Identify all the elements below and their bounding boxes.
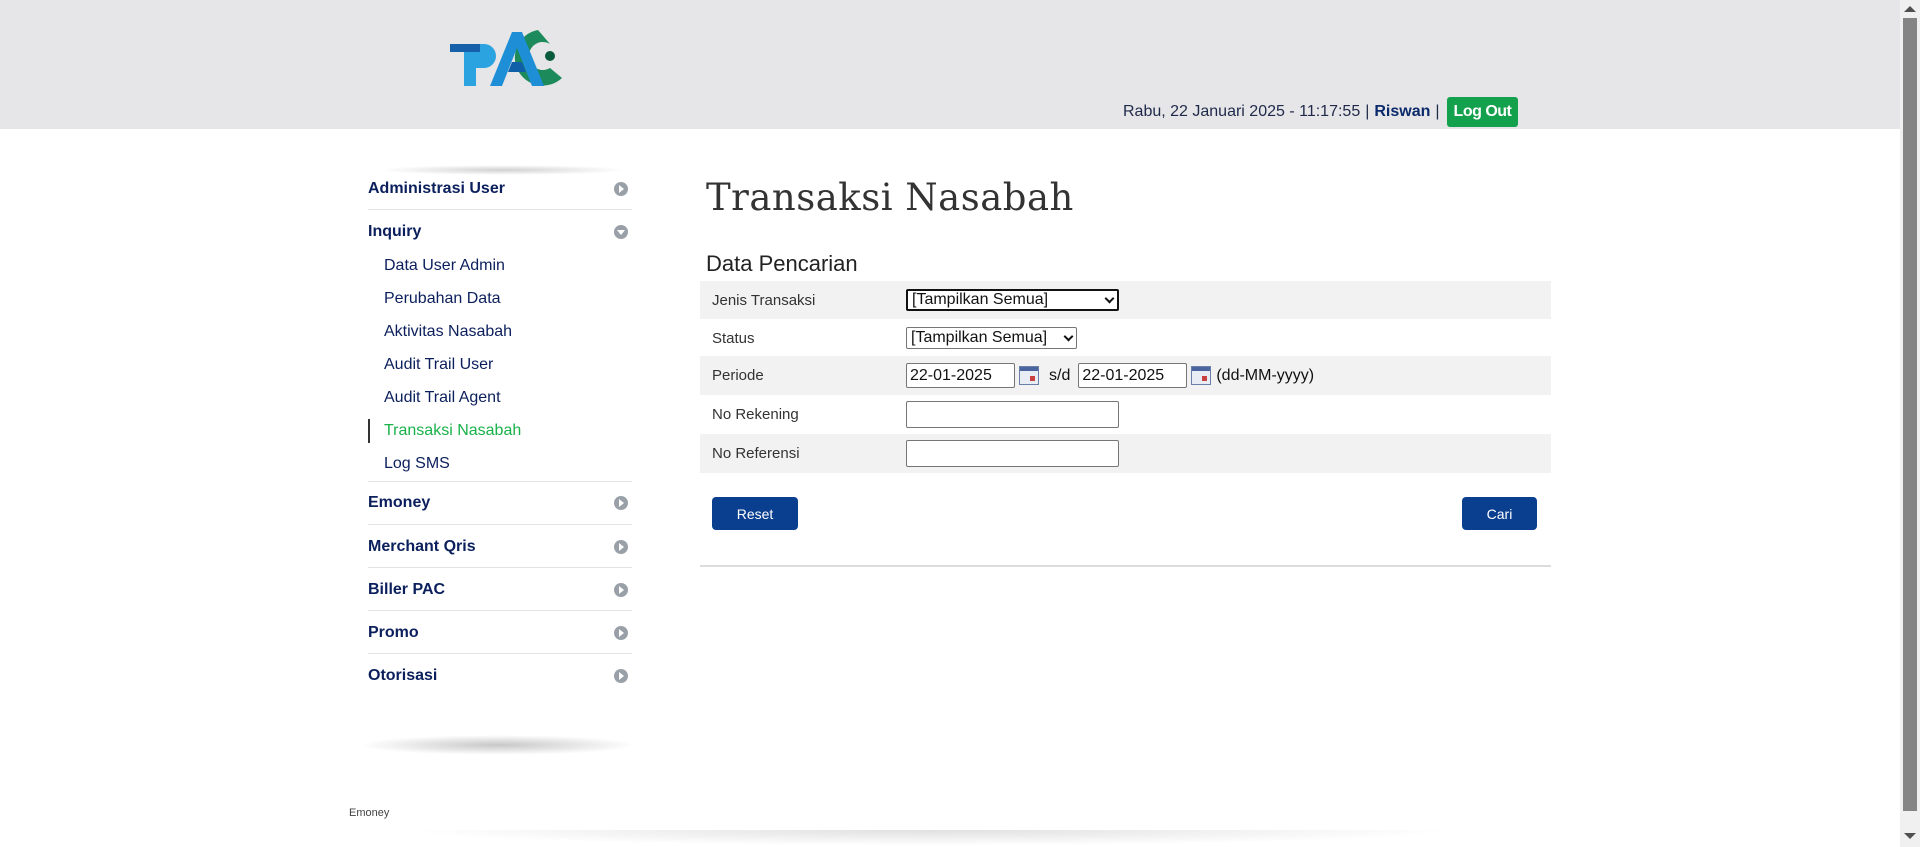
- status-select[interactable]: [Tampilkan Semua]: [906, 327, 1077, 349]
- jenis-transaksi-label: Jenis Transaksi: [712, 291, 816, 309]
- form-row-jenis-transaksi: Jenis Transaksi [Tampilkan Semua]: [700, 281, 1551, 319]
- calendar-icon[interactable]: [1019, 366, 1039, 385]
- sidebar-group-inquiry[interactable]: Inquiry: [368, 211, 632, 253]
- sidebar-group-label: Inquiry: [368, 223, 422, 240]
- sidebar-group-label: Promo: [368, 623, 419, 641]
- jenis-transaksi-select[interactable]: [Tampilkan Semua]: [906, 289, 1119, 311]
- circle-arrow-right-icon: [614, 669, 628, 683]
- reset-button[interactable]: Reset: [712, 497, 798, 530]
- footer-shadow: [360, 830, 1500, 847]
- sidebar-group-biller-pac[interactable]: Biller PAC: [368, 569, 632, 611]
- sidebar-group-administrasi-user[interactable]: Administrasi User: [368, 168, 632, 210]
- status-label: Status: [712, 329, 755, 347]
- sidebar-group-otorisasi[interactable]: Otorisasi: [368, 655, 632, 697]
- sidebar-item-audit-trail-user[interactable]: Audit Trail User: [384, 354, 493, 376]
- periode-separator: s/d: [1049, 366, 1071, 384]
- sidebar-item-data-user-admin[interactable]: Data User Admin: [384, 255, 505, 277]
- form-row-status: Status [Tampilkan Semua]: [700, 319, 1551, 357]
- sidebar-group-label: Administrasi User: [368, 179, 505, 197]
- scroll-down-arrow-icon[interactable]: [1904, 833, 1916, 839]
- form-row-no-referensi: No Referensi: [700, 434, 1551, 473]
- sidebar-group-label: Emoney: [368, 494, 431, 511]
- circle-arrow-right-icon: [614, 582, 628, 597]
- calendar-icon[interactable]: [1191, 366, 1212, 385]
- circle-arrow-right-icon: [614, 181, 628, 196]
- user-status-bar: Rabu, 22 Januari 2025 - 11:17:55 | Riswa…: [1123, 97, 1519, 127]
- circle-arrow-right-icon: [614, 496, 628, 510]
- sidebar-group-merchant-qris[interactable]: Merchant Qris: [368, 526, 632, 568]
- sidebar-item-aktivitas-nasabah[interactable]: Aktivitas Nasabah: [384, 321, 512, 343]
- chevron-down-icon: [1104, 293, 1115, 303]
- form-row-periode: Periode 22-01-2025 s/d 22-01-2025 (dd-MM…: [700, 356, 1551, 395]
- sidebar-group-promo[interactable]: Promo: [368, 612, 632, 654]
- no-referensi-label: No Referensi: [712, 445, 800, 462]
- section-title: Data Pencarian: [706, 251, 858, 276]
- jenis-transaksi-value: [Tampilkan Semua]: [912, 291, 1049, 308]
- sidebar-menu: Administrasi User Inquiry Data User Admi…: [358, 165, 638, 755]
- status-value: [Tampilkan Semua]: [911, 329, 1048, 346]
- circle-arrow-right-icon: [614, 625, 628, 640]
- chevron-down-icon: [1063, 331, 1074, 341]
- sidebar-group-label: Biller PAC: [368, 580, 446, 598]
- date-format-hint: (dd-MM-yyyy): [1216, 366, 1315, 384]
- sidebar-group-emoney[interactable]: Emoney: [368, 481, 632, 525]
- periode-to-input[interactable]: 22-01-2025: [1078, 363, 1188, 388]
- circle-arrow-down-icon: [614, 225, 628, 239]
- separator: |: [1365, 103, 1370, 120]
- vertical-scrollbar[interactable]: [1900, 0, 1920, 847]
- active-indicator: [368, 419, 370, 443]
- sidebar-group-label: Otorisasi: [368, 667, 438, 684]
- periode-from-input[interactable]: 22-01-2025: [906, 363, 1015, 388]
- periode-label: Periode: [712, 367, 764, 384]
- page-title: Transaksi Nasabah: [706, 176, 1074, 219]
- scroll-up-arrow-icon[interactable]: [1904, 6, 1916, 12]
- no-rekening-label: No Rekening: [712, 406, 799, 423]
- top-header: Rabu, 22 Januari 2025 - 11:17:55 | Riswa…: [0, 0, 1900, 129]
- sidebar-shadow: [358, 735, 638, 755]
- sidebar-group-label: Merchant Qris: [368, 537, 476, 555]
- logout-button[interactable]: Log Out: [1446, 97, 1519, 127]
- footer-text: Emoney: [349, 807, 390, 819]
- sidebar-item-log-sms[interactable]: Log SMS: [384, 453, 450, 475]
- search-button[interactable]: Cari: [1462, 497, 1537, 530]
- sidebar-item-transaksi-nasabah[interactable]: Transaksi Nasabah: [384, 420, 521, 442]
- scroll-thumb[interactable]: [1903, 18, 1917, 811]
- content-divider: [700, 565, 1551, 567]
- sidebar-item-audit-trail-agent[interactable]: Audit Trail Agent: [384, 387, 501, 409]
- circle-arrow-right-icon: [614, 539, 628, 554]
- datetime-text: Rabu, 22 Januari 2025 - 11:17:55: [1123, 103, 1361, 120]
- username-link[interactable]: Riswan: [1374, 103, 1430, 121]
- no-rekening-input[interactable]: [906, 401, 1119, 428]
- pac-logo: [450, 30, 562, 86]
- form-row-no-rekening: No Rekening: [700, 395, 1551, 434]
- no-referensi-input[interactable]: [906, 440, 1119, 467]
- sidebar-item-perubahan-data[interactable]: Perubahan Data: [384, 288, 501, 310]
- separator: |: [1435, 103, 1440, 120]
